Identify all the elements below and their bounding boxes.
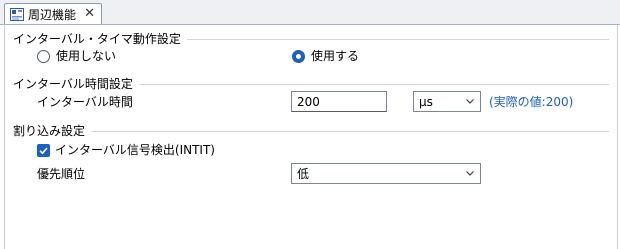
radio-use-label: 使用する	[311, 49, 360, 63]
close-icon[interactable]: ✕	[84, 6, 95, 21]
group-divider	[13, 131, 609, 132]
intit-checkbox-label: インターバル信号検出(INTIT)	[55, 143, 215, 157]
peripheral-icon	[10, 7, 24, 21]
unit-select[interactable]: μs	[413, 91, 481, 112]
interval-time-group-title: インターバル時間設定	[13, 77, 139, 91]
priority-select[interactable]: 低	[291, 163, 481, 184]
radio-not-use-label: 使用しない	[56, 49, 117, 63]
interval-timer-group-title: インターバル・タイマ動作設定	[13, 32, 187, 46]
check-icon	[39, 147, 48, 155]
chevron-down-icon	[466, 99, 474, 104]
radio-not-use[interactable]	[37, 50, 50, 63]
priority-select-value: 低	[297, 167, 310, 181]
chevron-down-icon	[466, 171, 474, 176]
interval-time-input[interactable]: 200	[291, 91, 387, 112]
interval-time-label: インターバル時間	[37, 95, 133, 109]
unit-select-value: μs	[419, 95, 433, 109]
tab-strip: 周辺機能 ✕	[0, 0, 620, 25]
priority-label: 優先順位	[37, 167, 86, 181]
actual-value-text: (実際の値:200)	[489, 95, 574, 109]
tab-label: 周辺機能	[28, 7, 77, 22]
radio-use[interactable]	[292, 50, 305, 63]
intit-checkbox[interactable]	[37, 144, 50, 157]
interrupt-group-title: 割り込み設定	[13, 124, 92, 138]
settings-panel: インターバル・タイマ動作設定 使用しない 使用する インターバル時間設定 インタ…	[4, 25, 618, 249]
tab-peripheral-functions[interactable]: 周辺機能 ✕	[4, 3, 102, 24]
